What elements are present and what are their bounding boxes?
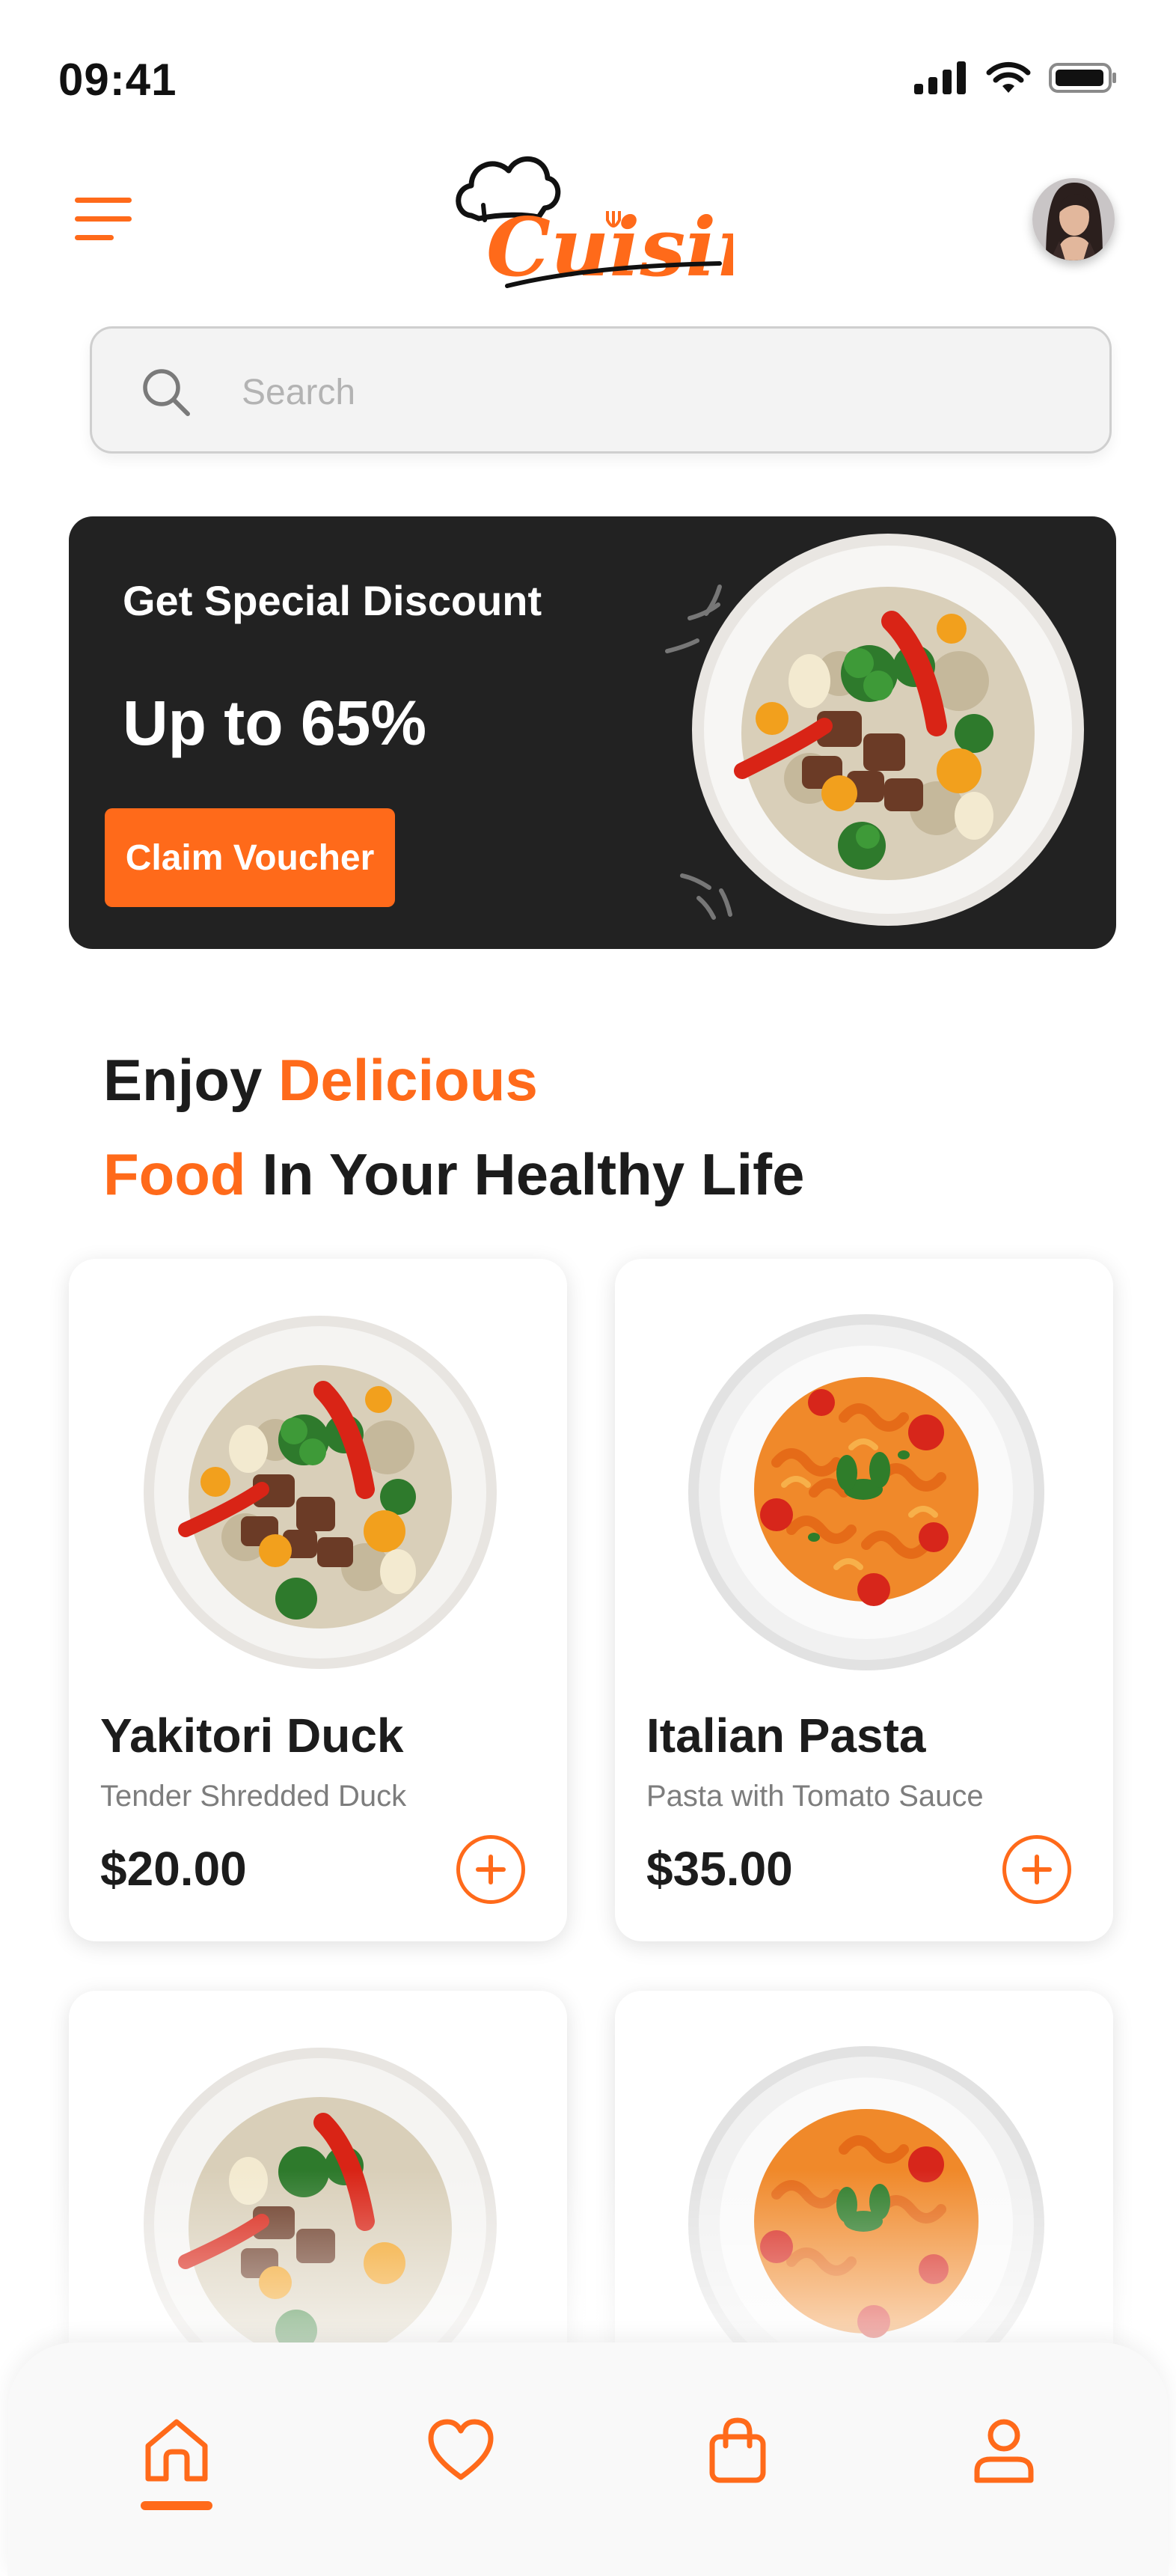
search-input[interactable] — [242, 358, 1065, 426]
home-icon — [145, 2419, 208, 2482]
status-icons — [914, 61, 1118, 94]
product-card-italian-pasta[interactable]: Italian Pasta Pasta with Tomato Sauce $3… — [615, 1259, 1113, 1941]
product-name: Italian Pasta — [646, 1709, 926, 1762]
promo-subtitle: Get Special Discount — [123, 577, 542, 624]
heart-icon — [428, 2419, 494, 2480]
pasta-plate-image — [688, 1314, 1044, 1670]
add-to-cart-button[interactable] — [1002, 1835, 1071, 1904]
avatar[interactable] — [1032, 178, 1115, 260]
nav-home[interactable] — [132, 2405, 221, 2495]
bag-icon — [709, 2417, 766, 2483]
product-description: Tender Shredded Duck — [100, 1780, 407, 1813]
nav-favorites[interactable] — [416, 2405, 506, 2495]
product-description: Pasta with Tomato Sauce — [646, 1780, 984, 1813]
nav-active-indicator — [141, 2501, 212, 2510]
search-icon — [143, 369, 190, 416]
headline-text: In Your Healthy Life — [245, 1141, 805, 1207]
signal-icon — [914, 61, 966, 94]
status-time: 09:41 — [58, 55, 177, 105]
nav-cart[interactable] — [693, 2405, 783, 2495]
headline-line-1: Enjoy Delicious — [103, 1033, 805, 1127]
product-price: $20.00 — [100, 1842, 247, 1896]
search-bar[interactable] — [90, 326, 1112, 454]
duck-plate-image — [144, 1316, 497, 1669]
promo-title: Up to 65% — [123, 688, 427, 758]
status-bar: 09:41 — [0, 0, 1176, 142]
claim-voucher-button[interactable]: Claim Voucher — [105, 808, 395, 907]
bottom-nav — [7, 2342, 1169, 2576]
product-price: $35.00 — [646, 1842, 793, 1896]
cuisine-logo: Cuisine — [449, 142, 827, 295]
menu-icon[interactable] — [75, 196, 136, 242]
profile-icon — [974, 2419, 1034, 2483]
headline-line-2: Food In Your Healthy Life — [103, 1127, 805, 1221]
promo-banner: Get Special Discount Up to 65% Claim Vou… — [69, 516, 1116, 949]
svg-text:Cuisine: Cuisine — [486, 201, 733, 292]
headline-accent: Delicious — [278, 1047, 538, 1113]
add-to-cart-button[interactable] — [456, 1835, 525, 1904]
wifi-icon — [986, 61, 1031, 93]
battery-icon — [1049, 63, 1116, 93]
headline-accent: Food — [103, 1141, 246, 1207]
nav-profile[interactable] — [959, 2405, 1049, 2495]
headline: Enjoy Delicious Food In Your Healthy Lif… — [103, 1033, 805, 1221]
product-name: Yakitori Duck — [100, 1709, 404, 1762]
duck-plate-image — [692, 534, 1084, 926]
product-card-yakitori-duck[interactable]: Yakitori Duck Tender Shredded Duck $20.0… — [69, 1259, 567, 1941]
headline-text: Enjoy — [103, 1047, 279, 1113]
